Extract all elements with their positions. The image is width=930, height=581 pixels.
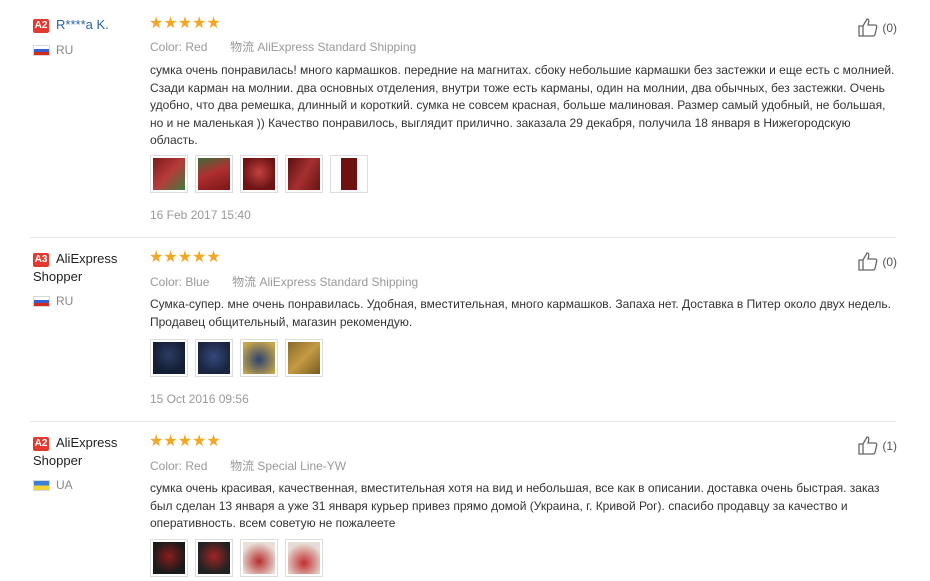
rating-stars: ★★★★★ bbox=[149, 15, 221, 32]
thumbs-up-icon bbox=[858, 252, 878, 271]
reviewer-country: UA bbox=[56, 478, 73, 492]
thumbs-up-icon bbox=[858, 18, 878, 37]
helpful-count: (1) bbox=[882, 439, 898, 453]
flag-icon bbox=[33, 296, 50, 307]
review-photo-thumbnail[interactable] bbox=[330, 155, 368, 193]
shipping-label: 物流 bbox=[230, 40, 255, 54]
color-value: Blue bbox=[185, 275, 210, 289]
shipping-value: Special Line-YW bbox=[257, 459, 347, 473]
review-photo-thumbnail[interactable] bbox=[150, 539, 188, 577]
reviewer-name[interactable]: R****a K. bbox=[56, 16, 109, 34]
reviewer-country: RU bbox=[56, 43, 74, 57]
review-photo-thumbnail[interactable] bbox=[150, 155, 188, 193]
review-photo-thumbnail[interactable] bbox=[240, 339, 278, 377]
order-info: Color: Blue 物流 AliExpress Standard Shipp… bbox=[150, 273, 418, 290]
helpful-button[interactable]: (0) bbox=[857, 251, 897, 271]
helpful-button[interactable]: (0) bbox=[857, 17, 897, 37]
review-photo-thumbnail[interactable] bbox=[195, 539, 233, 577]
helpful-count: (0) bbox=[882, 255, 898, 269]
color-label: Color: bbox=[150, 275, 183, 289]
review-photo-thumbnail[interactable] bbox=[195, 339, 233, 377]
flag-icon bbox=[33, 480, 50, 491]
color-value: Red bbox=[185, 459, 208, 473]
thumbs-up-icon bbox=[858, 436, 878, 455]
shipping-label: 物流 bbox=[232, 275, 257, 289]
flag-icon bbox=[33, 45, 50, 56]
review-text: сумка очень красивая, качественная, вмес… bbox=[150, 481, 880, 531]
shipping-label: 物流 bbox=[230, 459, 255, 473]
review-photo-thumbnail[interactable] bbox=[285, 155, 323, 193]
reviewer-name[interactable]: AliExpress Shopper bbox=[33, 250, 133, 286]
review-text: Сумка-супер. мне очень понравилась. Удоб… bbox=[150, 297, 891, 329]
reviewer-country: RU bbox=[56, 294, 74, 308]
review-photo-thumbnail[interactable] bbox=[240, 155, 278, 193]
color-value: Red bbox=[185, 40, 208, 54]
rating-stars: ★★★★★ bbox=[149, 433, 221, 450]
order-info: Color: Red 物流 AliExpress Standard Shippi… bbox=[150, 38, 416, 55]
color-label: Color: bbox=[150, 40, 183, 54]
shipping-value: AliExpress Standard Shipping bbox=[257, 40, 417, 54]
shipping-value: AliExpress Standard Shipping bbox=[259, 275, 419, 289]
helpful-button[interactable]: (1) bbox=[857, 435, 897, 455]
rating-stars: ★★★★★ bbox=[149, 249, 221, 266]
review-date: 15 Oct 2016 09:56 bbox=[150, 392, 249, 406]
divider bbox=[30, 421, 896, 422]
review-text: сумка очень понравилась! много кармашков… bbox=[150, 63, 895, 148]
divider bbox=[30, 237, 896, 238]
review-date: 16 Feb 2017 15:40 bbox=[150, 208, 251, 222]
review-photo-thumbnail[interactable] bbox=[285, 539, 323, 577]
review-photo-thumbnail[interactable] bbox=[195, 155, 233, 193]
buyer-level-badge: A2 bbox=[33, 19, 49, 33]
order-info: Color: Red 物流 Special Line-YW bbox=[150, 457, 346, 474]
review-photo-thumbnail[interactable] bbox=[150, 339, 188, 377]
color-label: Color: bbox=[150, 459, 183, 473]
review-photo-thumbnail[interactable] bbox=[285, 339, 323, 377]
helpful-count: (0) bbox=[882, 21, 898, 35]
reviewer-name[interactable]: AliExpress Shopper bbox=[33, 434, 133, 470]
review-photo-thumbnail[interactable] bbox=[240, 539, 278, 577]
